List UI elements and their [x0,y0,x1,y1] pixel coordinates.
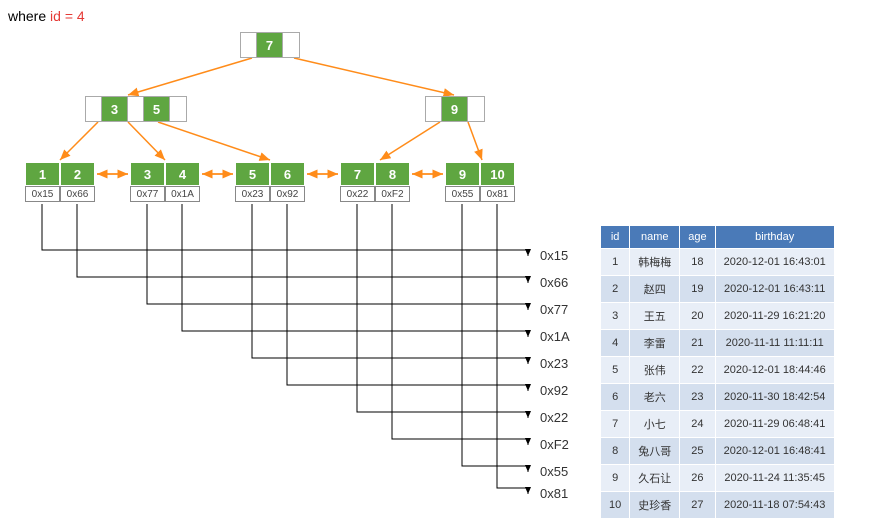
addr-4: 0x23 [540,356,568,371]
table-row: 5张伟222020-12-01 18:44:46 [601,357,835,384]
internal-0-key-1: 5 [144,97,170,121]
btree-leaf-0: 1 2 0x15 0x66 [25,162,95,202]
addr-1: 0x66 [540,275,568,290]
root-key-0: 7 [257,33,283,57]
table-row: 9久石让262020-11-24 11:35:45 [601,465,835,492]
table-row: 4李雷212020-11-11 11:11:11 [601,330,835,357]
th-id: id [601,226,630,249]
addr-7: 0xF2 [540,437,569,452]
table-row: 6老六232020-11-30 18:42:54 [601,384,835,411]
addr-9: 0x81 [540,486,568,501]
addr-3: 0x1A [540,329,570,344]
btree-internal-0: 3 5 [85,96,187,122]
addr-0: 0x15 [540,248,568,263]
table-header-row: id name age birthday [601,226,835,249]
query-eq: = 4 [61,8,85,24]
query-where: where [8,8,50,24]
query-clause: where id = 4 [8,8,85,24]
btree-leaf-2: 5 6 0x23 0x92 [235,162,305,202]
btree-root: 7 [240,32,300,58]
th-age: age [680,226,715,249]
addr-8: 0x55 [540,464,568,479]
addr-5: 0x92 [540,383,568,398]
table-row: 7小七242020-11-29 06:48:41 [601,411,835,438]
table-row: 10史珍香272020-11-18 07:54:43 [601,492,835,519]
btree-leaf-1: 3 4 0x77 0x1A [130,162,200,202]
internal-0-key-0: 3 [102,97,128,121]
addr-6: 0x22 [540,410,568,425]
btree-internal-1: 9 [425,96,485,122]
addr-2: 0x77 [540,302,568,317]
query-id: id [50,8,61,24]
th-name: name [630,226,680,249]
table-row: 8兔八哥252020-12-01 16:48:41 [601,438,835,465]
table-row: 1韩梅梅182020-12-01 16:43:01 [601,249,835,276]
btree-leaf-3: 7 8 0x22 0xF2 [340,162,410,202]
data-table: id name age birthday 1韩梅梅182020-12-01 16… [600,225,835,519]
th-birthday: birthday [715,226,834,249]
btree-leaf-4: 9 10 0x55 0x81 [445,162,515,202]
table-row: 2赵四192020-12-01 16:43:11 [601,276,835,303]
table-row: 3王五202020-11-29 16:21:20 [601,303,835,330]
internal-1-key-0: 9 [442,97,468,121]
